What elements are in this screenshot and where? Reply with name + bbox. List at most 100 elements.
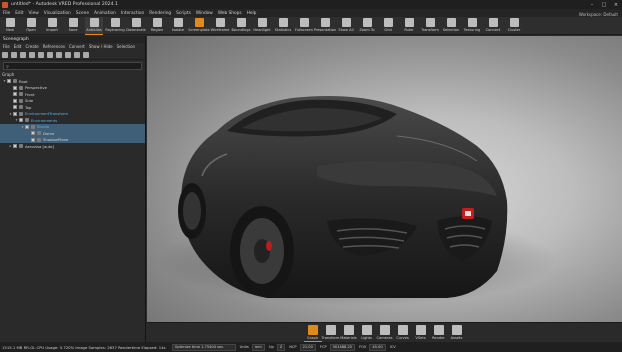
screenplate-button[interactable]: Screenplate: [188, 17, 210, 35]
workspace-selector[interactable]: Workspace: Default: [579, 12, 618, 17]
render-viewport[interactable]: [147, 36, 622, 322]
tree-row[interactable]: ▸ Aerovisa [auto]: [0, 143, 145, 150]
save-button[interactable]: Save: [64, 17, 82, 35]
fov-field[interactable]: 45.00: [369, 343, 386, 351]
delete-icon[interactable]: [20, 51, 26, 58]
node-icon: [19, 111, 23, 116]
visibility-checkbox[interactable]: [31, 137, 35, 142]
wireframe-button[interactable]: Wireframe: [211, 17, 229, 35]
visibility-checkbox[interactable]: [13, 105, 17, 110]
node-name: Side: [25, 98, 34, 104]
node-icon: [25, 118, 29, 123]
dock-transform-button[interactable]: Transform: [322, 323, 340, 342]
settings-icon[interactable]: [83, 51, 89, 58]
zoom-to-button[interactable]: Zoom To: [358, 17, 376, 35]
raytracing-button[interactable]: Raytracing: [105, 17, 125, 35]
visibility-checkbox[interactable]: [19, 118, 23, 123]
isolate-button[interactable]: Isolate: [169, 17, 187, 35]
menu-edit[interactable]: Edit: [15, 11, 23, 16]
scenegraph-menu-file[interactable]: File: [3, 44, 10, 49]
visibility-checkbox[interactable]: [13, 92, 17, 97]
visibility-checkbox[interactable]: [25, 124, 29, 129]
menu-rendering[interactable]: Rendering: [149, 11, 171, 16]
menu-help[interactable]: Help: [247, 11, 257, 16]
dock-assets-button[interactable]: Assets: [448, 323, 466, 342]
group-icon[interactable]: [11, 51, 17, 58]
dock-label: Lights: [361, 336, 372, 340]
presentation-button[interactable]: Presentation: [314, 17, 336, 35]
menu-view[interactable]: View: [29, 11, 39, 16]
dock-curves-button[interactable]: Curves: [394, 323, 412, 342]
show-all-button[interactable]: Show All: [337, 17, 355, 35]
menu-animation[interactable]: Animation: [94, 11, 116, 16]
expand-icon[interactable]: [47, 51, 53, 58]
antialias-button[interactable]: Antialias: [85, 17, 103, 35]
dock-render-button[interactable]: Render: [430, 323, 448, 342]
visibility-checkbox[interactable]: [13, 111, 17, 116]
ncp-field[interactable]: 21.00: [299, 343, 316, 351]
visibility-checkbox[interactable]: [13, 98, 17, 103]
menu-window[interactable]: Window: [196, 11, 213, 16]
copy-icon[interactable]: [29, 51, 35, 58]
menu-web-shops[interactable]: Web Shops: [218, 11, 242, 16]
render-info: 1515.1 MB RR-GL CPU Usage: 5.720% Image …: [2, 344, 166, 350]
visibility-checkbox[interactable]: [13, 144, 17, 149]
dock-vsets-button[interactable]: VSets: [412, 323, 430, 342]
node-icon: [19, 105, 23, 110]
open-button[interactable]: Open: [22, 17, 40, 35]
scenegraph-menu-edit[interactable]: Edit: [14, 44, 22, 49]
toolbar-label: Grid: [384, 28, 392, 32]
menu-visualization[interactable]: Visualization: [44, 11, 71, 16]
units-select[interactable]: mm: [251, 343, 265, 351]
icv-label[interactable]: ICV: [390, 345, 396, 349]
grid-button[interactable]: Grid: [379, 17, 397, 35]
close-icon[interactable]: ×: [610, 2, 622, 8]
menu-file[interactable]: File: [3, 11, 10, 16]
scenegraph-menu-create[interactable]: Create: [25, 44, 38, 49]
console-output[interactable]: Optimize time 1.75404 sec.: [171, 343, 236, 351]
visibility-checkbox[interactable]: [13, 85, 17, 90]
maximize-icon[interactable]: □: [598, 2, 610, 8]
dock-materials-button[interactable]: Materials: [340, 323, 358, 342]
connect-icon: [488, 18, 498, 27]
scenegraph-search-input[interactable]: ⚲: [3, 62, 142, 70]
connect-button[interactable]: Connect: [484, 17, 502, 35]
toolbar-label: Wireframe: [210, 28, 230, 32]
downscale-button[interactable]: Downscale: [126, 17, 146, 35]
new-button[interactable]: New: [1, 17, 19, 35]
region-button[interactable]: Region: [148, 17, 166, 35]
ruler-button[interactable]: Ruler: [400, 17, 418, 35]
transform-button[interactable]: Transform: [421, 17, 439, 35]
cluster-button[interactable]: Cluster: [505, 17, 523, 35]
toolbar-label: Texturing: [463, 28, 481, 32]
selection-button[interactable]: Selection: [442, 17, 460, 35]
scenegraph-menu-convert[interactable]: Convert: [69, 44, 85, 49]
statistics-button[interactable]: Statistics: [274, 17, 292, 35]
filter-icon[interactable]: [65, 51, 71, 58]
scenegraph-menu: File Edit Create References Convert Show / Hi…: [0, 43, 145, 50]
fullscreen-button[interactable]: Fullscreen: [295, 17, 313, 35]
paste-icon[interactable]: [38, 51, 44, 58]
minimize-icon[interactable]: –: [586, 2, 598, 8]
fcp-field[interactable]: 301488.25: [329, 343, 356, 351]
up-axis-select[interactable]: Z: [276, 343, 286, 351]
statistics-icon: [278, 18, 288, 27]
add-node-icon[interactable]: [2, 51, 8, 58]
scenegraph-menu-references[interactable]: References: [43, 44, 65, 49]
visibility-checkbox[interactable]: [31, 131, 35, 136]
boundings-button[interactable]: Boundings: [232, 17, 250, 35]
visibility-icon[interactable]: [74, 51, 80, 58]
collapse-icon[interactable]: [56, 51, 62, 58]
menu-scene[interactable]: Scene: [76, 11, 89, 16]
menu-scripts[interactable]: Scripts: [176, 11, 191, 16]
menu-interaction[interactable]: Interaction: [121, 11, 144, 16]
visibility-checkbox[interactable]: [7, 79, 11, 84]
texturing-button[interactable]: Texturing: [463, 17, 481, 35]
dock-cameras-button[interactable]: Cameras: [376, 323, 394, 342]
dock-graph-button[interactable]: Graph: [303, 323, 322, 342]
import-button[interactable]: Import: [43, 17, 61, 35]
scenegraph-menu-selection[interactable]: Selection: [117, 44, 135, 49]
scenegraph-menu-show-hide[interactable]: Show / Hide: [89, 44, 113, 49]
dock-lights-button[interactable]: Lights: [358, 323, 376, 342]
headlight-button[interactable]: Headlight: [253, 17, 271, 35]
